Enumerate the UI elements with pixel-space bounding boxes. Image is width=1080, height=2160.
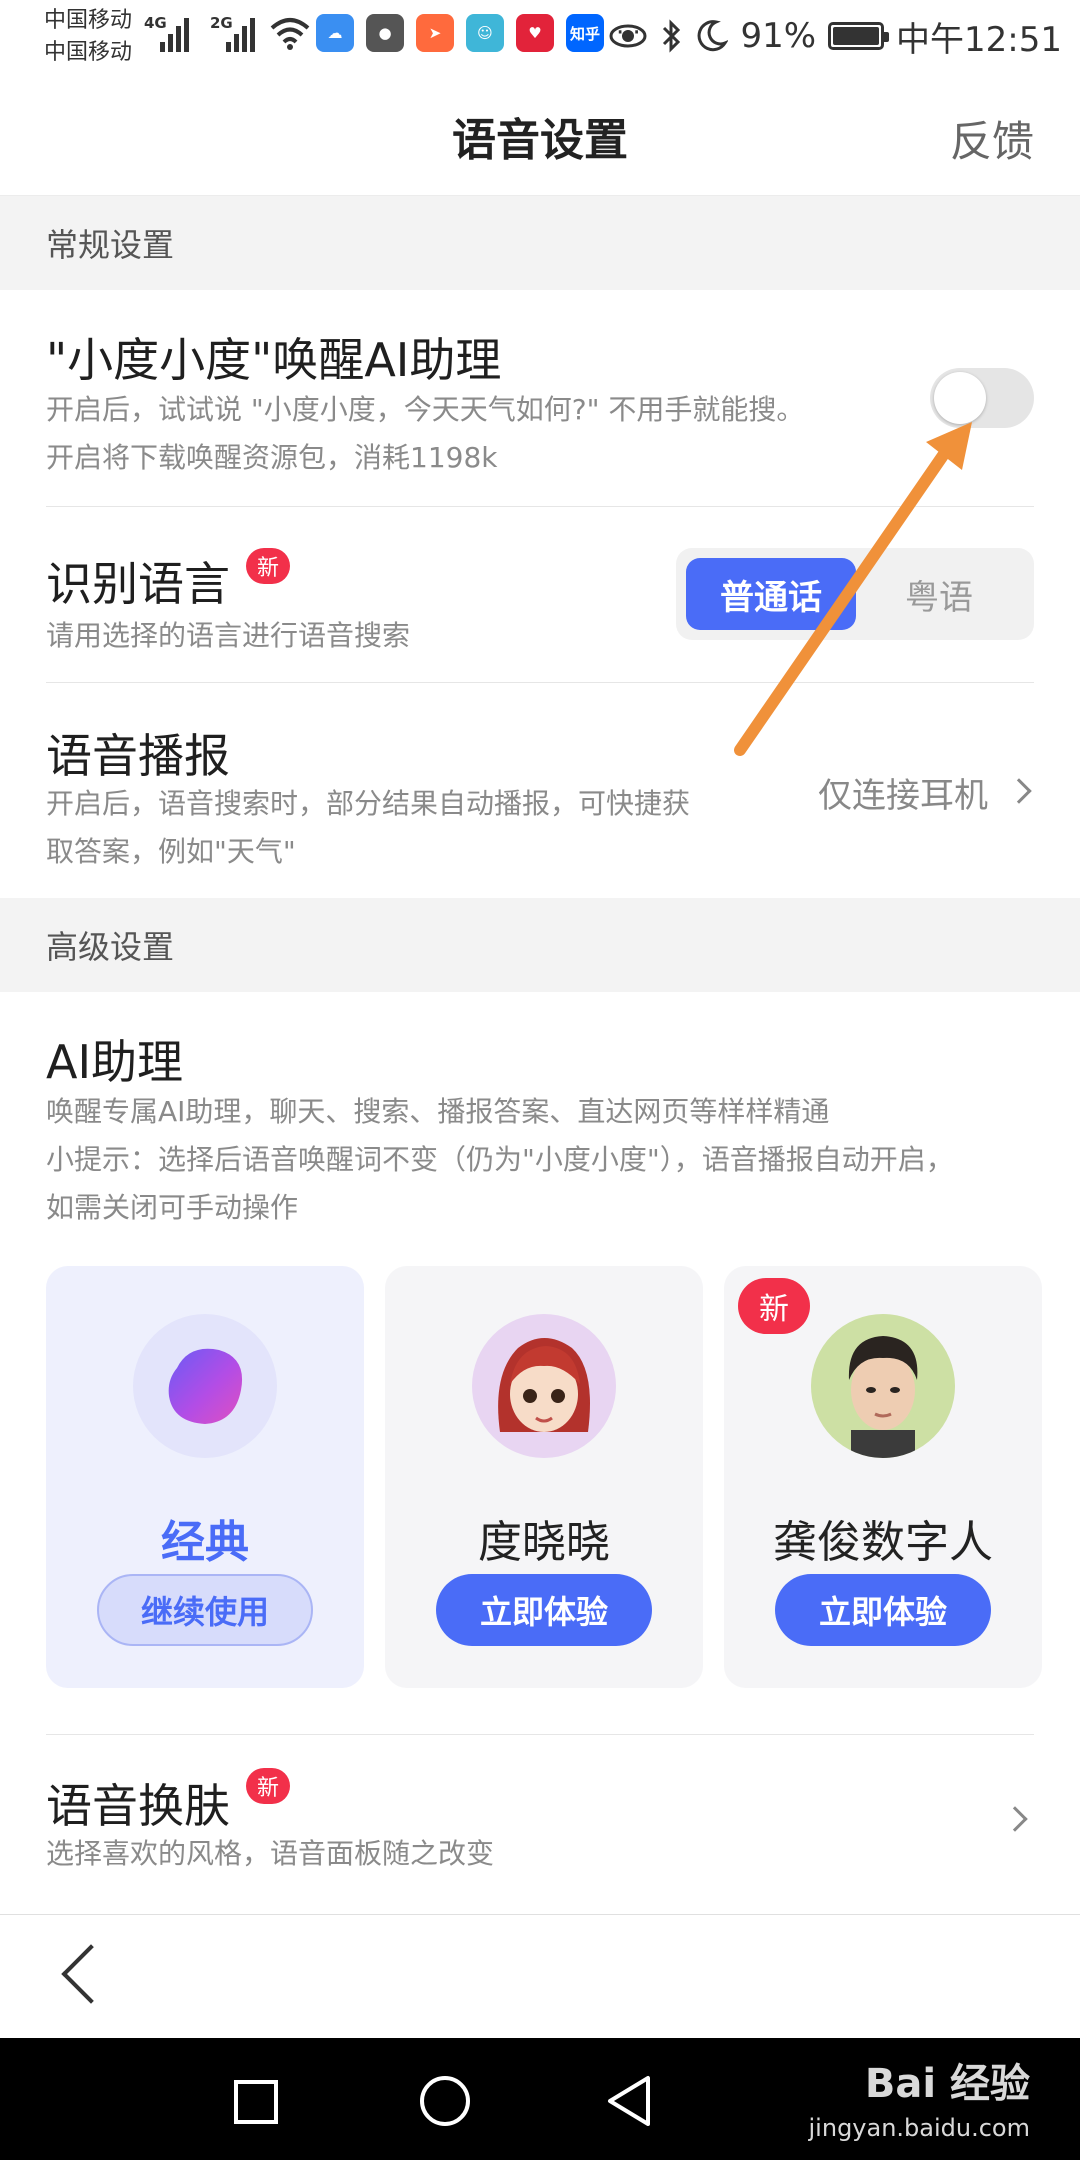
notification-icons: ☁●➤☺♥知乎···	[316, 14, 641, 52]
assistant-card-gongjun[interactable]: 新 龚俊数字人 立即体验	[724, 1266, 1042, 1688]
skin-title: 语音换肤	[46, 1779, 230, 1833]
bottom-bar	[0, 1914, 1080, 2038]
heart-app-icon: ♥	[516, 14, 554, 52]
new-badge: 新	[246, 1768, 290, 1804]
cloud-app-icon: ☁	[316, 14, 354, 52]
chevron-right-icon	[1002, 1806, 1028, 1832]
battery-percent: 91%	[740, 16, 817, 56]
divider	[46, 682, 1034, 683]
language-desc: 请用选择的语言进行语音搜索	[46, 619, 411, 652]
language-option-mandarin[interactable]: 普通话	[686, 558, 856, 630]
language-segmented-control: 普通话 粤语	[676, 548, 1034, 640]
nav-bar: 语音设置 反馈	[0, 72, 1080, 196]
classic-avatar	[133, 1314, 277, 1458]
moon-icon	[698, 20, 729, 52]
watermark-url: jingyan.baidu.com	[808, 2114, 1030, 2142]
carrier-label-1: 中国移动	[44, 8, 133, 33]
back-nav-icon[interactable]	[604, 2074, 654, 2128]
wakeup-title: "小度小度"唤醒AI助理	[46, 333, 502, 387]
chat-app-icon: ●	[366, 14, 404, 52]
skin-desc: 选择喜欢的风格，语音面板随之改变	[46, 1837, 495, 1870]
bluetooth-icon	[663, 19, 681, 53]
wifi-icon	[270, 18, 310, 50]
assistant-desc-1: 唤醒专属AI助理，聊天、搜索、播报答案、直达网页等样样精通	[46, 1095, 830, 1128]
baby-app-icon: ☺	[466, 14, 504, 52]
signal-icon-2	[226, 12, 255, 52]
wakeup-toggle[interactable]	[930, 368, 1034, 428]
broadcast-desc-2: 取答案，例如"天气"	[46, 835, 296, 868]
zhihu-app-icon: 知乎	[566, 14, 604, 52]
new-badge: 新	[738, 1278, 810, 1334]
watermark-brand: Bai 经验	[864, 2061, 1030, 2107]
section-header-general: 常规设置	[0, 196, 1080, 290]
card-name: 度晓晓	[478, 1517, 610, 1568]
chevron-right-icon	[1006, 778, 1032, 804]
carrier-label-2: 中国移动	[44, 40, 133, 65]
try-now-button[interactable]: 立即体验	[775, 1574, 991, 1646]
wakeup-desc-2: 开启将下载唤醒资源包，消耗1198k	[46, 441, 498, 474]
divider	[46, 506, 1034, 507]
card-name: 龚俊数字人	[773, 1517, 993, 1568]
back-icon[interactable]	[61, 1944, 121, 2004]
signal-icon-1	[160, 12, 189, 52]
assistant-desc-2: 小提示：选择后语音唤醒词不变（仍为"小度小度"），语音播报自动开启，	[46, 1143, 954, 1176]
system-nav-bar: Bai 经验 jingyan.baidu.com	[0, 2038, 1080, 2160]
status-bar: 中国移动 中国移动 4G 2G ☁●➤☺♥知乎··· 91% 中午12:51	[0, 0, 1080, 72]
broadcast-title: 语音播报	[46, 729, 230, 783]
man-avatar-icon	[848, 1336, 918, 1458]
broadcast-desc-1: 开启后，语音搜索时，部分结果自动播报，可快捷获	[46, 787, 691, 820]
classic-orb-icon	[168, 1348, 243, 1424]
girl-avatar-icon	[498, 1338, 590, 1432]
watermark: Bai 经验 jingyan.baidu.com	[809, 2062, 1030, 2150]
page-title: 语音设置	[452, 115, 628, 166]
assistant-card-duxiaoxiao[interactable]: 度晓晓 立即体验	[385, 1266, 703, 1688]
assistant-desc-3: 如需关闭可手动操作	[46, 1191, 299, 1224]
assistant-title: AI助理	[46, 1035, 184, 1089]
eye-comfort-icon	[609, 24, 647, 48]
continue-button[interactable]: 继续使用	[97, 1574, 313, 1646]
wakeup-desc-1: 开启后，试试说 "小度小度，今天天气如何?" 不用手就能搜。	[46, 393, 805, 426]
feedback-button[interactable]: 反馈	[950, 108, 1034, 169]
clock: 中午12:51	[896, 19, 1062, 60]
duxiaoxiao-avatar	[472, 1314, 616, 1458]
try-now-button[interactable]: 立即体验	[436, 1574, 652, 1646]
express-app-icon: ➤	[416, 14, 454, 52]
card-name: 经典	[161, 1517, 249, 1568]
toggle-knob	[934, 372, 986, 424]
language-option-cantonese[interactable]: 粤语	[854, 558, 1024, 630]
assistant-card-classic[interactable]: 经典 继续使用	[46, 1266, 364, 1688]
section-header-advanced: 高级设置	[0, 898, 1080, 992]
language-title: 识别语言	[46, 557, 230, 611]
home-icon[interactable]	[418, 2074, 472, 2128]
gongjun-avatar	[811, 1314, 955, 1458]
new-badge: 新	[246, 548, 290, 584]
broadcast-value: 仅连接耳机	[818, 776, 988, 816]
recent-apps-icon[interactable]	[232, 2078, 280, 2126]
status-right: 91% 中午12:51	[608, 12, 1062, 60]
battery-icon	[828, 22, 890, 50]
divider	[46, 1734, 1034, 1735]
